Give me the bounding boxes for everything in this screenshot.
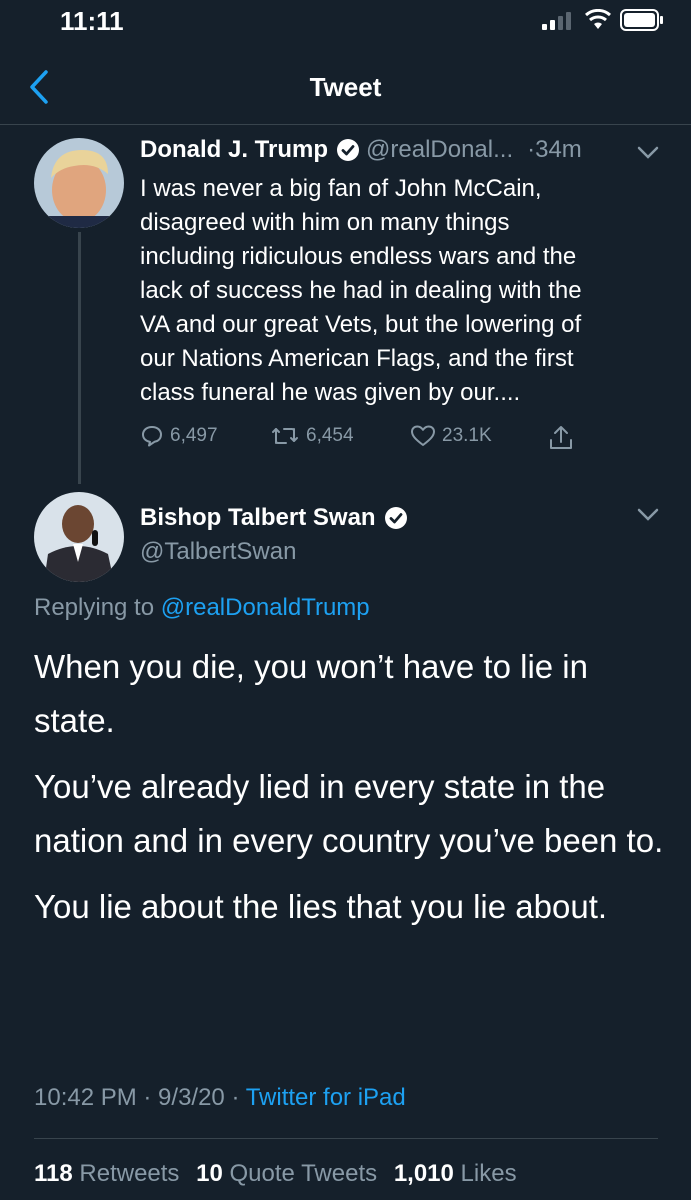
like-button[interactable]: 23.1K <box>410 424 492 448</box>
author-name[interactable]: Donald J. Trump <box>140 136 328 164</box>
tweet-stats: 118 Retweets 10 Quote Tweets 1,010 Likes <box>34 1160 517 1188</box>
retweets-stat[interactable]: 118 Retweets <box>34 1160 179 1187</box>
quotes-stat[interactable]: 10 Quote Tweets <box>196 1160 377 1187</box>
replying-prefix: Replying to <box>34 594 155 621</box>
reply-author: Bishop Talbert Swan <box>140 504 414 532</box>
share-icon <box>550 426 572 449</box>
avatar-talbert-swan[interactable] <box>34 492 124 582</box>
author-name[interactable]: Bishop Talbert Swan <box>140 504 376 532</box>
reply-paragraph: When you die, you won’t have to lie in s… <box>34 648 588 739</box>
author-handle[interactable]: @realDonal... <box>366 136 513 164</box>
wifi-icon <box>585 9 611 29</box>
quotes-label: Quote Tweets <box>229 1160 378 1187</box>
cellular-signal-icon <box>542 12 571 30</box>
likes-label: Likes <box>460 1160 517 1187</box>
share-button[interactable] <box>548 424 574 452</box>
retweet-count: 6,454 <box>306 425 354 446</box>
verified-badge-icon <box>337 139 360 161</box>
author-handle[interactable]: @TalbertSwan <box>140 538 296 566</box>
reply-paragraph: You’ve already lied in every state in th… <box>34 768 664 859</box>
chevron-down-icon[interactable] <box>637 146 659 160</box>
page-title: Tweet <box>309 72 382 102</box>
reply-button[interactable]: 6,497 <box>140 424 218 448</box>
retweets-count: 118 <box>34 1160 73 1187</box>
retweet-icon <box>272 428 298 444</box>
reply-icon <box>142 426 162 447</box>
thread-connector-line <box>78 232 81 484</box>
like-count: 23.1K <box>442 425 492 446</box>
verified-badge-icon <box>384 507 407 529</box>
reply-text: When you die, you won’t have to lie in s… <box>34 640 664 946</box>
status-time: 11:11 <box>60 6 124 36</box>
quotes-count: 10 <box>196 1160 223 1187</box>
replying-to: Replying to @realDonaldTrump <box>34 594 370 622</box>
tweet-meta: 10:42 PM · 9/3/20 · Twitter for iPad <box>34 1084 406 1112</box>
likes-stat[interactable]: 1,010 Likes <box>394 1160 517 1187</box>
retweet-button[interactable]: 6,454 <box>270 424 354 448</box>
avatar-trump[interactable] <box>34 138 124 228</box>
reply-paragraph: You lie about the lies that you lie abou… <box>34 888 608 925</box>
chevron-down-icon[interactable] <box>637 508 659 522</box>
timestamp: 10:42 PM · 9/3/20 · <box>34 1084 240 1111</box>
header-divider <box>0 124 691 125</box>
replying-to-link[interactable]: @realDonaldTrump <box>161 594 370 621</box>
likes-count: 1,010 <box>393 1160 454 1187</box>
source-link[interactable]: Twitter for iPad <box>246 1084 406 1111</box>
heart-icon <box>411 425 435 446</box>
battery-icon <box>620 9 663 31</box>
tweet-age: ·34m <box>527 136 582 163</box>
tweet-header: Donald J. Trump @realDonal... ·34m <box>140 136 582 164</box>
retweets-label: Retweets <box>79 1160 180 1187</box>
reply-count: 6,497 <box>170 425 218 446</box>
tweet-actions: 6,497 6,454 23.1K <box>140 424 600 454</box>
stats-divider <box>34 1138 658 1139</box>
tweet-text: I was never a big fan of John McCain, di… <box>140 175 582 406</box>
